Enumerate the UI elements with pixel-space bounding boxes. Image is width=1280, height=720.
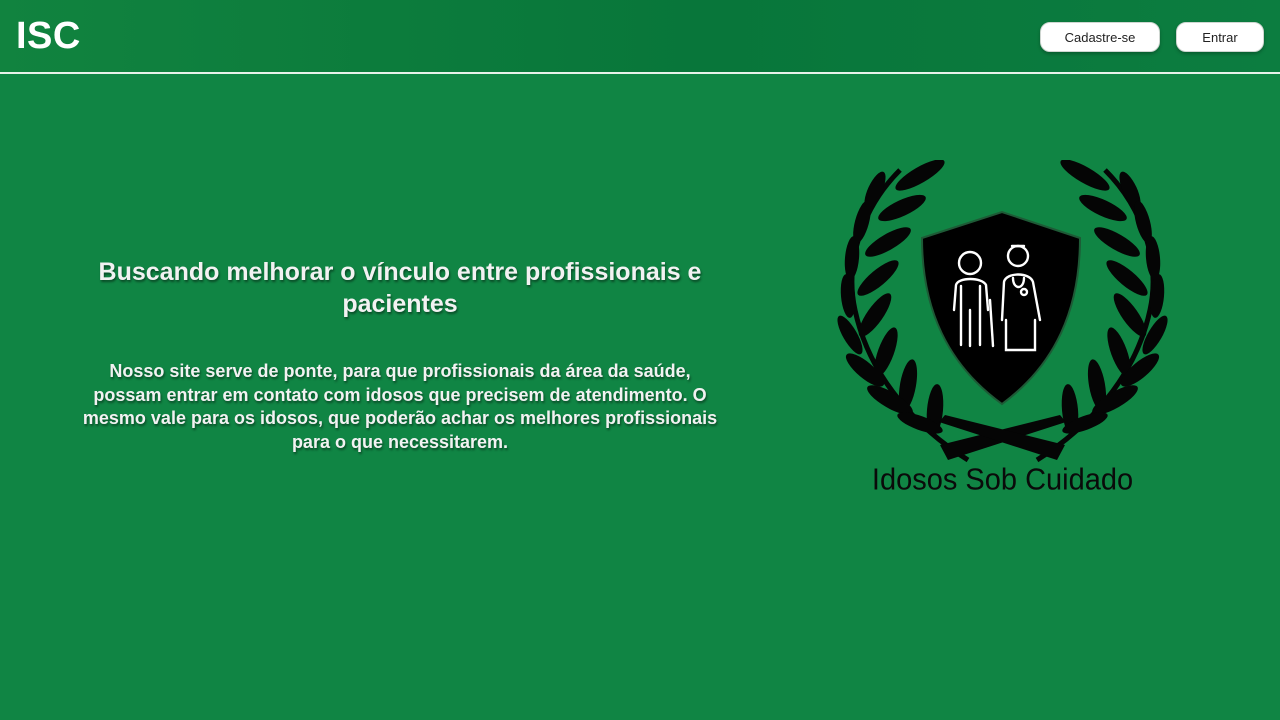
- laurel-shield-elderly-caregiver-icon: [837, 160, 1168, 463]
- crossed-ribbon-icon: [939, 415, 1066, 460]
- top-navigation-bar: ISC Cadastre-se Entrar: [0, 0, 1280, 74]
- brand-emblem: Idosos Sob Cuidado: [830, 160, 1175, 510]
- hero-description: Nosso site serve de ponte, para que prof…: [82, 361, 718, 452]
- brand-logo-text[interactable]: ISC: [16, 12, 81, 60]
- hero-section: Buscando melhorar o vínculo entre profis…: [80, 256, 720, 454]
- logo-caption: Idosos Sob Cuidado: [871, 463, 1134, 497]
- login-button[interactable]: Entrar: [1176, 22, 1264, 52]
- hero-title: Buscando melhorar o vínculo entre profis…: [98, 258, 702, 318]
- shield-icon: [920, 210, 1082, 406]
- signup-button[interactable]: Cadastre-se: [1040, 22, 1160, 52]
